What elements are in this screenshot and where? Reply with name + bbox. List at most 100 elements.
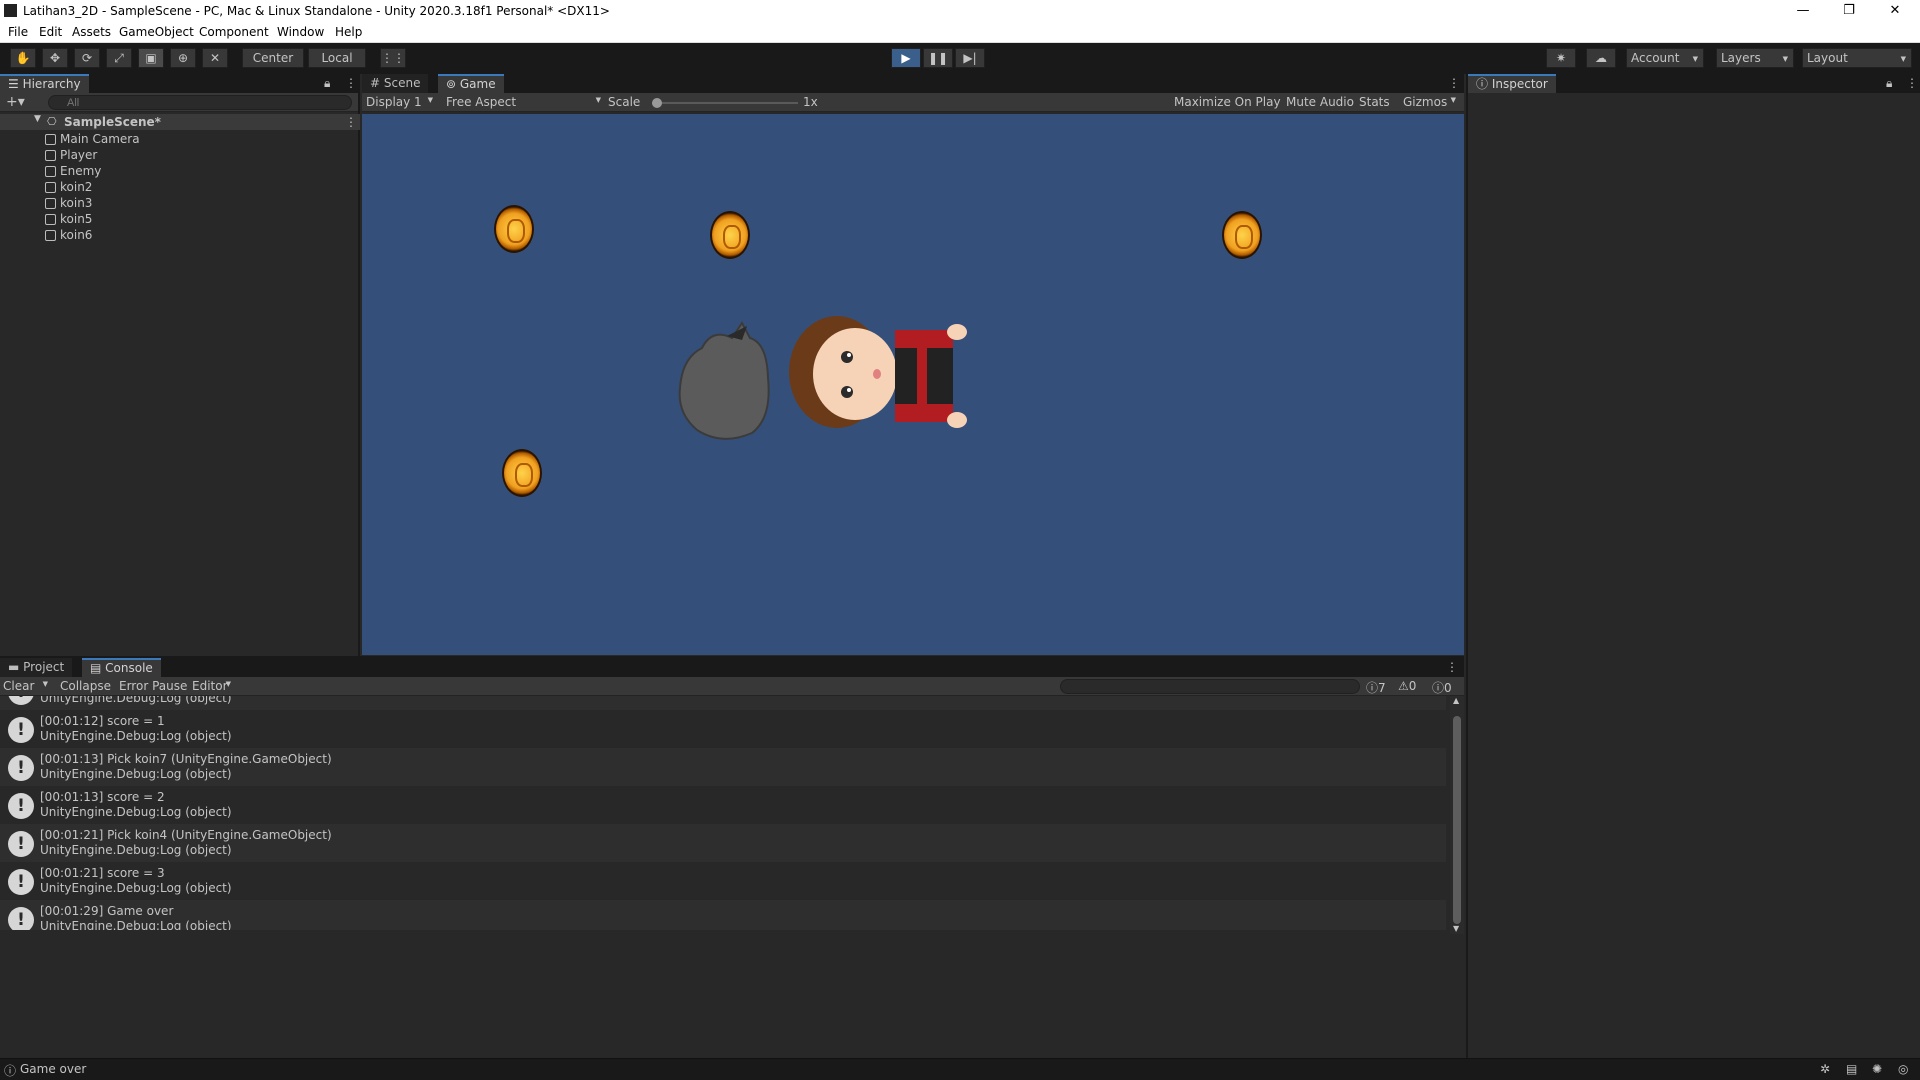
tab-scene[interactable]: # Scene (362, 74, 429, 93)
cloud-icon[interactable]: ☁ (1586, 48, 1616, 68)
log-row[interactable]: ! [00:01:21] score = 3 UnityEngine.Debug… (0, 862, 1446, 900)
menu-window[interactable]: Window (277, 25, 324, 39)
pause-button[interactable]: ❚❚ (923, 48, 953, 68)
grid-snap-icon[interactable]: ⋮⋮ (380, 48, 406, 68)
pivot-center-button[interactable]: Center (242, 48, 304, 68)
hierarchy-item[interactable]: koin6 (45, 227, 92, 243)
log-count-toggle[interactable]: ⓘ7 (1366, 679, 1386, 696)
add-object-button[interactable]: +▾ (6, 94, 25, 110)
maximize-button[interactable]: ❐ (1826, 1, 1872, 21)
play-button[interactable]: ▶ (891, 48, 921, 68)
inspector-tabbar: ⓘ Inspector 🔒︎ ⋮ (1468, 74, 1920, 93)
enemy-trashbag-sprite (678, 321, 770, 440)
hierarchy-item[interactable]: Player (45, 147, 97, 163)
folder-icon: ▬ (8, 660, 24, 674)
scene-menu-icon[interactable]: ⋮ (345, 115, 357, 129)
mute-audio-toggle[interactable]: Mute Audio (1286, 95, 1354, 109)
gizmos-dropdown[interactable]: Gizmos (1403, 95, 1461, 109)
scale-value: 1x (803, 95, 818, 109)
lighting-icon[interactable]: ✺ (1872, 1062, 1882, 1076)
account-dropdown[interactable]: Account (1626, 48, 1704, 68)
gameobject-icon (45, 214, 56, 225)
menu-edit[interactable]: Edit (39, 25, 62, 39)
hierarchy-search-input[interactable] (48, 95, 352, 110)
gameobject-icon (45, 166, 56, 177)
scale-slider[interactable] (652, 98, 798, 108)
coin-sprite (710, 211, 750, 259)
transform-tool-icon[interactable]: ⊕ (170, 48, 196, 68)
info-log-icon: ! (8, 696, 34, 705)
panel-menu-icon[interactable]: ⋮ (1448, 76, 1460, 90)
scene-row[interactable]: ▼ ⎔ SampleScene* ⋮ (0, 114, 360, 130)
tab-inspector[interactable]: ⓘ Inspector (1468, 74, 1556, 93)
error-pause-toggle[interactable]: Error Pause (119, 679, 187, 693)
hierarchy-item[interactable]: Main Camera (45, 131, 140, 147)
status-info-icon: ⓘ (4, 1064, 17, 1078)
maximize-on-play-toggle[interactable]: Maximize On Play (1174, 95, 1281, 109)
menu-assets[interactable]: Assets (72, 25, 111, 39)
scroll-up-icon[interactable]: ▲ (1453, 696, 1459, 705)
hierarchy-icon: ☰ (8, 77, 23, 91)
coin-sprite (494, 205, 534, 253)
aspect-dropdown[interactable]: Free Aspect (446, 95, 606, 109)
game-viewport[interactable] (362, 114, 1464, 655)
panel-menu-icon[interactable]: ⋮ (1906, 76, 1918, 90)
scrollbar-thumb[interactable] (1453, 716, 1461, 924)
bug-icon[interactable]: ✲ (1820, 1062, 1830, 1076)
console-search-input[interactable] (1060, 679, 1360, 694)
log-icon: ⓘ (1366, 681, 1379, 695)
cache-icon[interactable]: ▤ (1846, 1062, 1857, 1076)
status-message[interactable]: Game over (20, 1062, 86, 1076)
hand-tool-icon[interactable]: ✋ (10, 48, 36, 68)
info-icon: ⓘ (1476, 77, 1492, 91)
menu-help[interactable]: Help (335, 25, 362, 39)
player-character-sprite (789, 316, 967, 428)
editor-dropdown[interactable]: Editor (192, 679, 236, 693)
tab-hierarchy[interactable]: ☰ Hierarchy (0, 74, 89, 93)
menu-gameobject[interactable]: GameObject (119, 25, 194, 39)
services-icon[interactable]: ✷ (1546, 48, 1576, 68)
status-check-icon[interactable]: ◎ (1898, 1062, 1908, 1076)
hierarchy-item[interactable]: Enemy (45, 163, 101, 179)
menu-component[interactable]: Component (199, 25, 269, 39)
scroll-down-icon[interactable]: ▼ (1453, 924, 1459, 933)
expand-arrow-icon[interactable]: ▼ (34, 114, 41, 124)
layout-dropdown[interactable]: Layout (1802, 48, 1912, 68)
custom-tool-icon[interactable]: ✕ (202, 48, 228, 68)
panel-menu-icon[interactable]: ⋮ (1446, 660, 1458, 674)
hierarchy-item[interactable]: koin5 (45, 211, 92, 227)
rect-tool-icon[interactable]: ▣ (138, 48, 164, 68)
log-row[interactable]: ! [00:01:29] Game over UnityEngine.Debug… (0, 900, 1446, 930)
close-button[interactable]: ✕ (1872, 1, 1918, 21)
hierarchy-item[interactable]: koin2 (45, 179, 92, 195)
log-row[interactable]: ! [00:01:21] Pick koin4 (UnityEngine.Gam… (0, 824, 1446, 862)
scale-slider-thumb[interactable] (652, 98, 662, 108)
log-row[interactable]: ! [00:01:12] score = 1 UnityEngine.Debug… (0, 710, 1446, 748)
step-button[interactable]: ▶| (955, 48, 985, 68)
info-log-icon: ! (8, 755, 34, 781)
log-row[interactable]: ! [00:01:13] Pick koin7 (UnityEngine.Gam… (0, 748, 1446, 786)
layers-dropdown[interactable]: Layers (1716, 48, 1794, 68)
menu-file[interactable]: File (8, 25, 28, 39)
rotate-tool-icon[interactable]: ⟳ (74, 48, 100, 68)
warning-count-toggle[interactable]: ⚠0 (1398, 679, 1416, 693)
panel-menu-icon[interactable]: ⋮ (345, 76, 357, 90)
log-row[interactable]: ! UnityEngine.Debug:Log (object) (0, 696, 1446, 710)
tab-console[interactable]: ▤ Console (82, 658, 161, 677)
hierarchy-item[interactable]: koin3 (45, 195, 92, 211)
collapse-toggle[interactable]: Collapse (60, 679, 111, 693)
tab-game[interactable]: ⊚ Game (438, 74, 504, 93)
pivot-local-button[interactable]: Local (308, 48, 366, 68)
error-count-toggle[interactable]: ⓘ0 (1432, 679, 1452, 696)
minimize-button[interactable]: — (1780, 1, 1826, 21)
tab-project[interactable]: ▬ Project (0, 658, 73, 677)
lock-icon[interactable]: 🔒︎ (324, 76, 330, 91)
stats-toggle[interactable]: Stats (1359, 95, 1390, 109)
lock-icon[interactable]: 🔒︎ (1886, 76, 1892, 91)
scale-tool-icon[interactable]: ⤢ (106, 48, 132, 68)
display-dropdown[interactable]: Display 1 (366, 95, 438, 109)
move-tool-icon[interactable]: ✥ (42, 48, 68, 68)
clear-button[interactable]: Clear (3, 679, 53, 693)
log-row[interactable]: ! [00:01:13] score = 2 UnityEngine.Debug… (0, 786, 1446, 824)
console-scrollbar[interactable]: ▲ ▼ (1450, 696, 1464, 934)
